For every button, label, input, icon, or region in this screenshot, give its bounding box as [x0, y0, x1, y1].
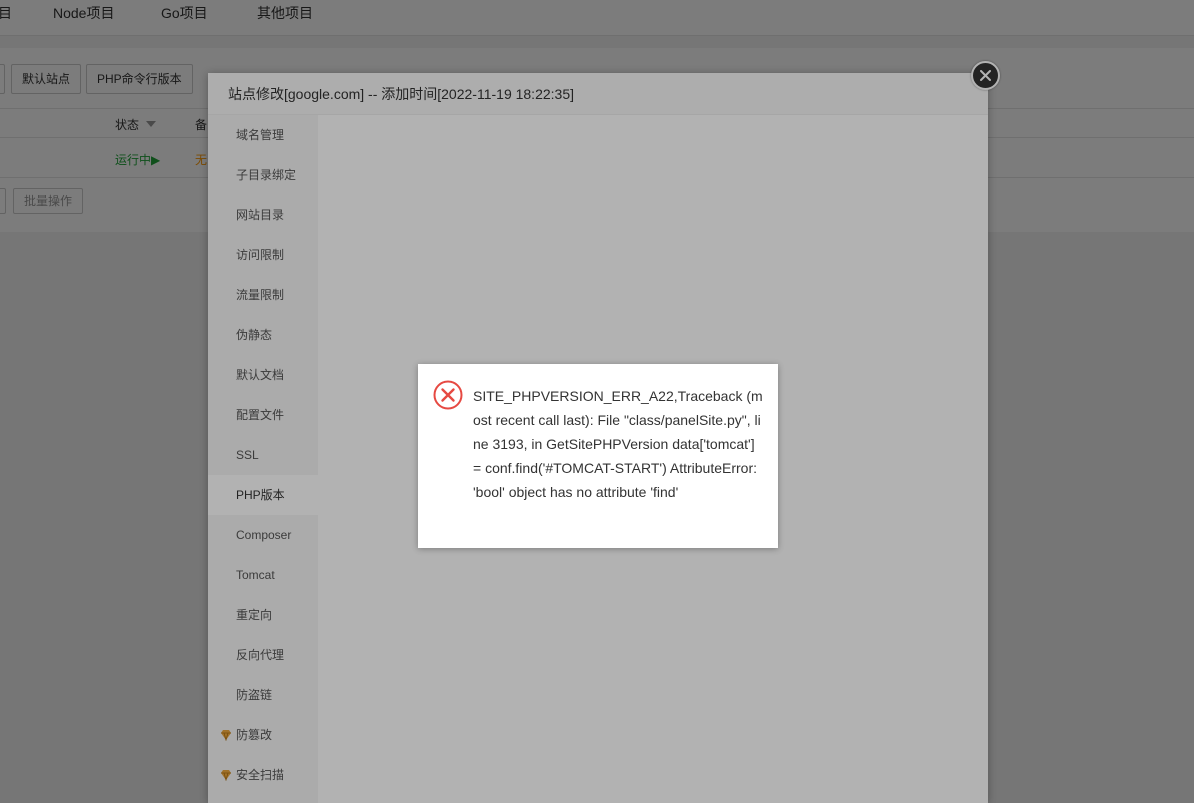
error-circle-icon	[433, 380, 463, 410]
error-dialog: SITE_PHPVERSION_ERR_A22,Traceback (most …	[418, 364, 778, 548]
error-message: SITE_PHPVERSION_ERR_A22,Traceback (most …	[473, 388, 763, 500]
